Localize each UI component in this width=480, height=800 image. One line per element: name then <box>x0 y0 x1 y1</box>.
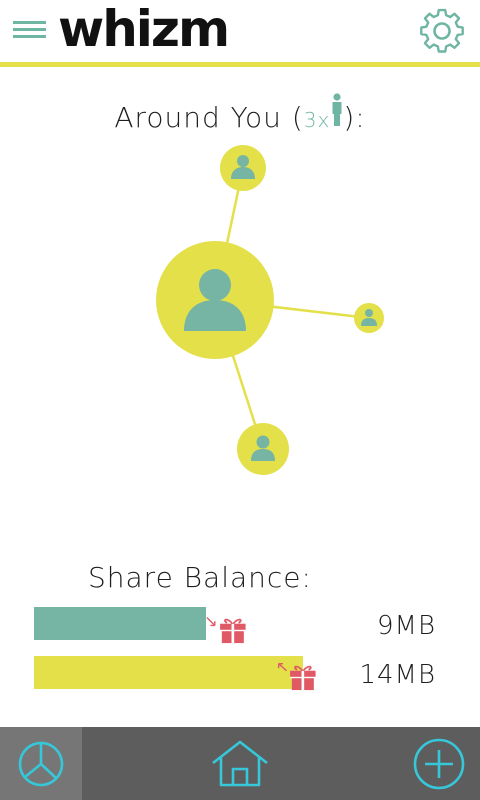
nav-home-button[interactable] <box>199 727 281 800</box>
gear-icon <box>420 8 464 53</box>
pie-chart-icon <box>18 741 64 786</box>
around-you-title: Around You (3x ): <box>0 93 480 134</box>
bottom-navigation <box>0 727 480 800</box>
balance-bar-received <box>34 607 206 640</box>
nearby-user-right[interactable] <box>354 303 384 333</box>
balance-bar-shared <box>34 656 303 689</box>
current-user-avatar[interactable] <box>156 241 274 359</box>
gift-shared-icon <box>277 662 316 691</box>
nearby-count: 3x <box>304 93 344 132</box>
nav-stats-button[interactable] <box>0 727 82 800</box>
nearby-user-top[interactable] <box>220 145 266 191</box>
menu-button[interactable] <box>13 18 47 42</box>
nav-add-button[interactable] <box>398 727 480 800</box>
home-icon <box>212 740 268 786</box>
header-divider <box>0 62 480 67</box>
nearby-user-bottom[interactable] <box>237 423 289 475</box>
settings-button[interactable] <box>416 7 468 55</box>
gift-received-icon <box>206 617 246 644</box>
balance-row-shared: 14MB <box>34 656 454 696</box>
balance-value-shared: 14MB <box>359 660 436 690</box>
nearby-count-text: 3x <box>303 108 331 132</box>
hamburger-menu-icon <box>13 21 46 38</box>
nearby-users-graph <box>156 145 384 475</box>
share-balance-title: Share Balance: <box>88 561 312 594</box>
app-header: whizm <box>0 0 480 68</box>
around-you-suffix: ): <box>343 101 366 134</box>
app-logo: whizm <box>58 0 230 58</box>
around-you-label: Around You ( <box>114 101 304 134</box>
balance-value-received: 9MB <box>377 611 436 641</box>
balance-row-received: 9MB <box>34 607 454 647</box>
person-standing-icon <box>332 93 342 126</box>
plus-circle-icon <box>413 738 465 789</box>
